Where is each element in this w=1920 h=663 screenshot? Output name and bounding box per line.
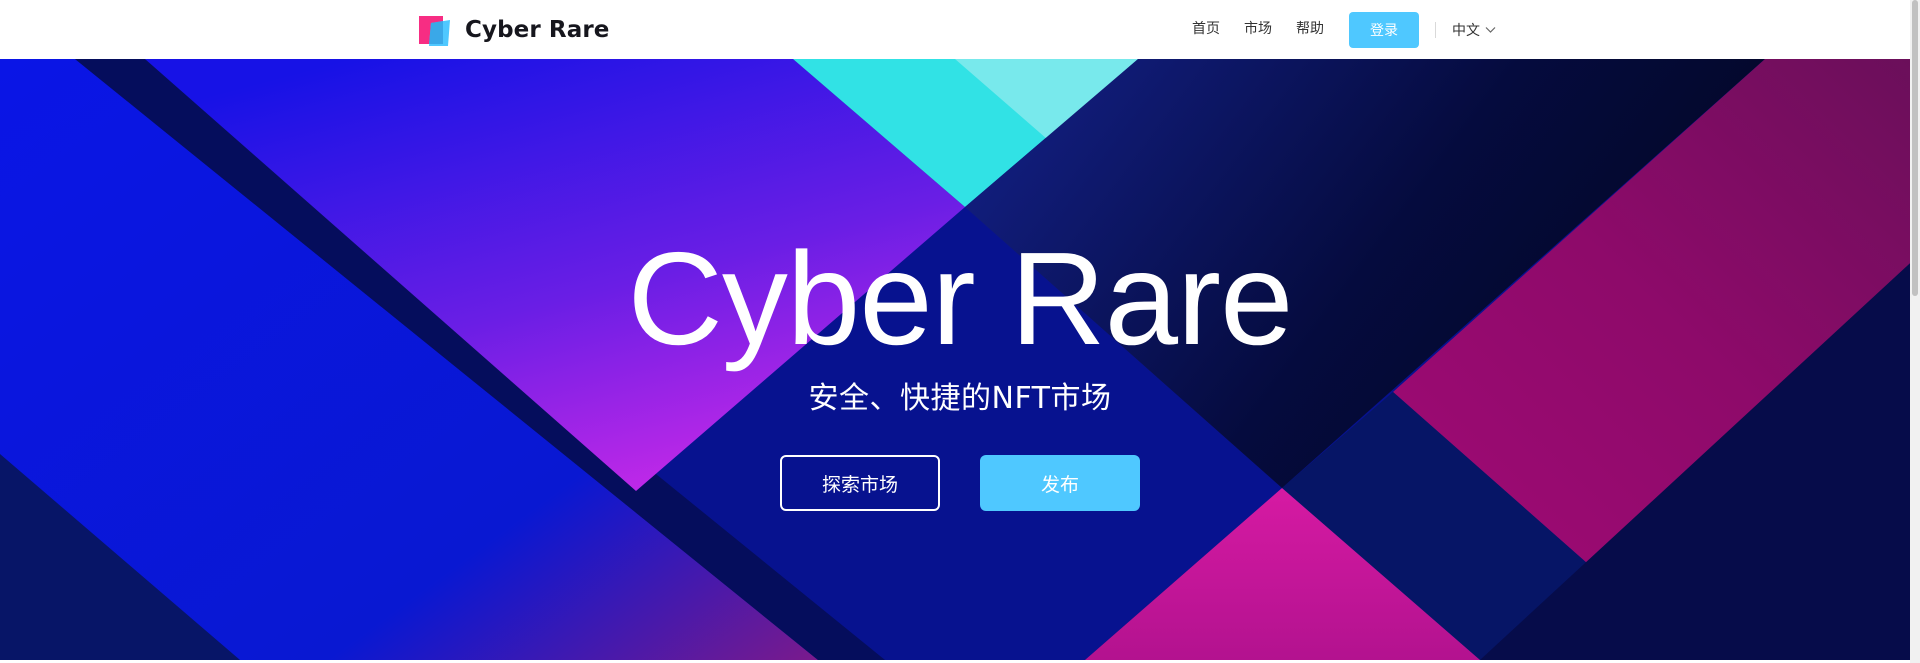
nav-market-link[interactable]: 市场 [1244, 12, 1272, 47]
hero-actions: 探索市场 发布 [780, 455, 1140, 511]
nav-help-link[interactable]: 帮助 [1296, 12, 1324, 47]
language-selector[interactable]: 中文 [1452, 20, 1496, 40]
chevron-down-icon [1485, 27, 1496, 33]
site-header: Cyber Rare 首页 市场 帮助 登录 中文 [0, 0, 1920, 59]
publish-button[interactable]: 发布 [980, 455, 1140, 511]
main-nav: 首页 市场 帮助 登录 中文 [1192, 11, 1496, 48]
hero-subtitle: 安全、快捷的NFT市场 [808, 381, 1112, 416]
hero-banner: Cyber Rare 安全、快捷的NFT市场 探索市场 发布 [0, 59, 1920, 660]
scrollbar-thumb[interactable] [1912, 0, 1918, 296]
hero-title: Cyber Rare [627, 225, 1294, 372]
nav-home-link[interactable]: 首页 [1192, 12, 1220, 47]
language-label: 中文 [1452, 22, 1480, 39]
cyber-rare-logo-icon [419, 16, 450, 46]
brand-name: Cyber Rare [465, 17, 610, 43]
explore-market-button[interactable]: 探索市场 [780, 455, 940, 511]
logo-home-link[interactable]: Cyber Rare [419, 15, 610, 46]
login-button[interactable]: 登录 [1349, 11, 1419, 48]
nav-divider [1435, 21, 1436, 38]
